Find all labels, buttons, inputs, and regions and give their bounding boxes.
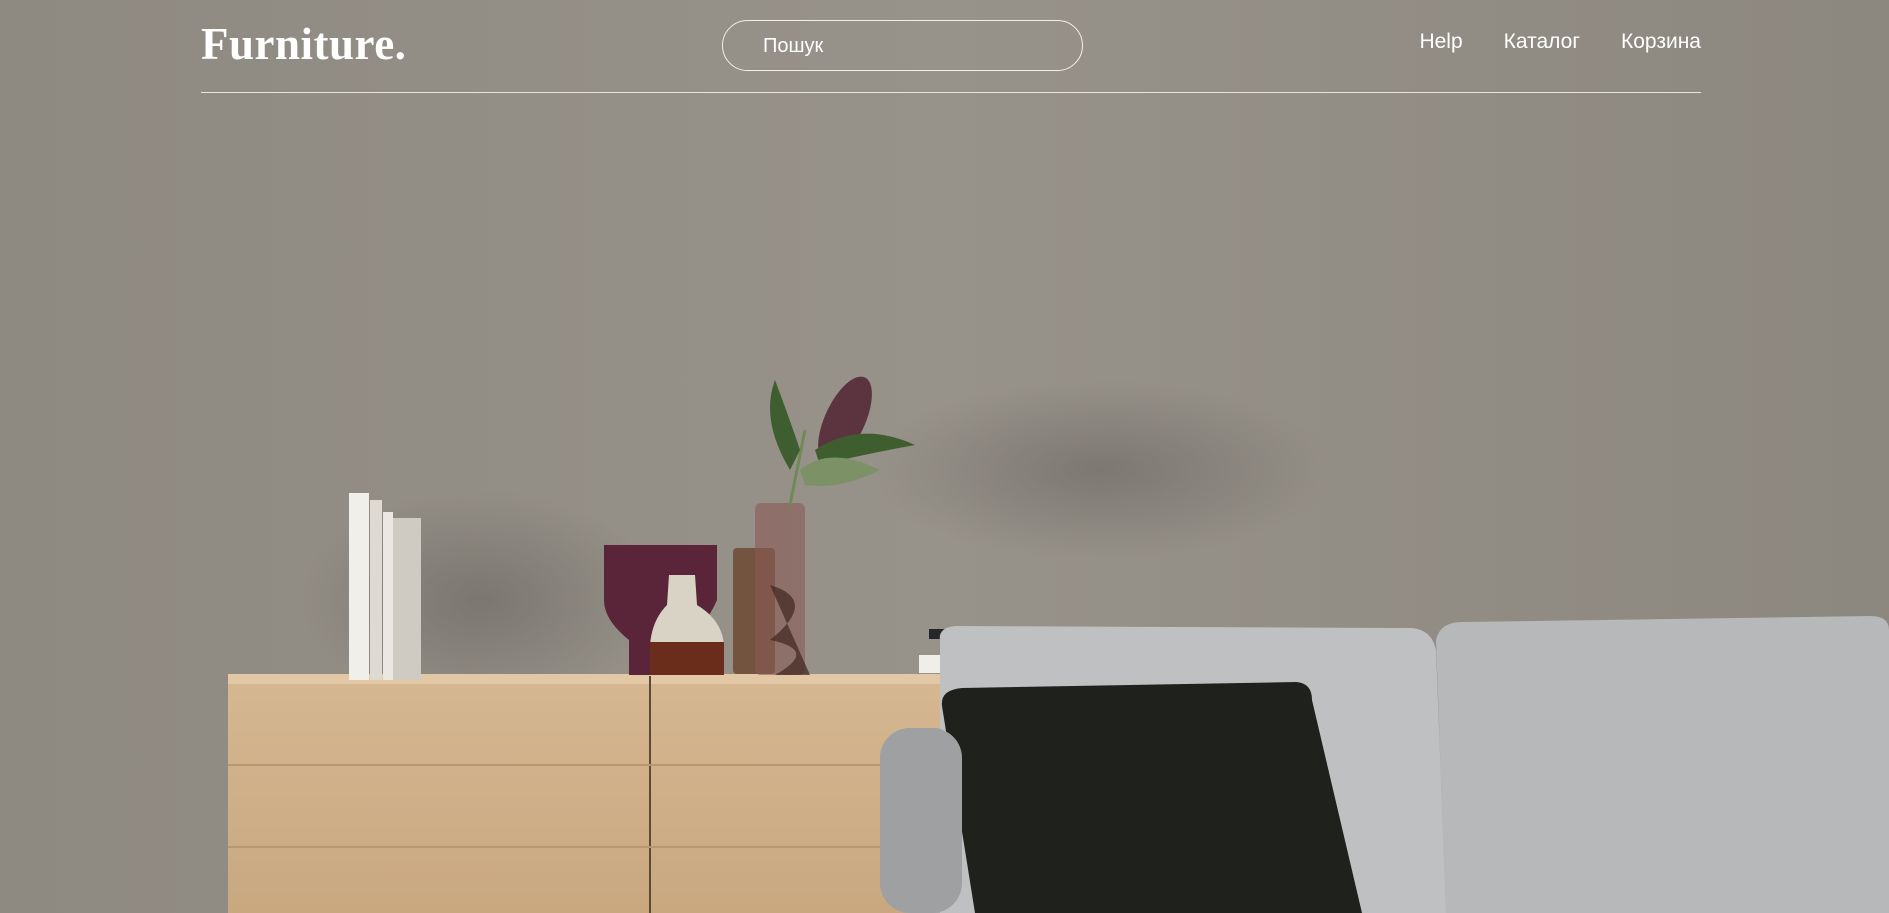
site-header: Furniture. Help Каталог Корзина <box>201 0 1701 94</box>
sideboard <box>228 674 948 913</box>
main-navigation: Help Каталог Корзина <box>1419 30 1701 54</box>
sofa <box>880 616 1889 913</box>
nav-link-catalog[interactable]: Каталог <box>1504 30 1580 54</box>
books <box>349 493 421 680</box>
search-input[interactable] <box>763 34 1063 58</box>
nav-link-cart[interactable]: Корзина <box>1621 30 1701 54</box>
site-logo[interactable]: Furniture. <box>201 18 406 70</box>
nav-link-help[interactable]: Help <box>1419 30 1462 54</box>
search-box[interactable] <box>722 20 1083 71</box>
room-scene-illustration <box>0 0 1889 913</box>
hero-background-image <box>0 0 1889 913</box>
header-divider <box>201 92 1701 93</box>
